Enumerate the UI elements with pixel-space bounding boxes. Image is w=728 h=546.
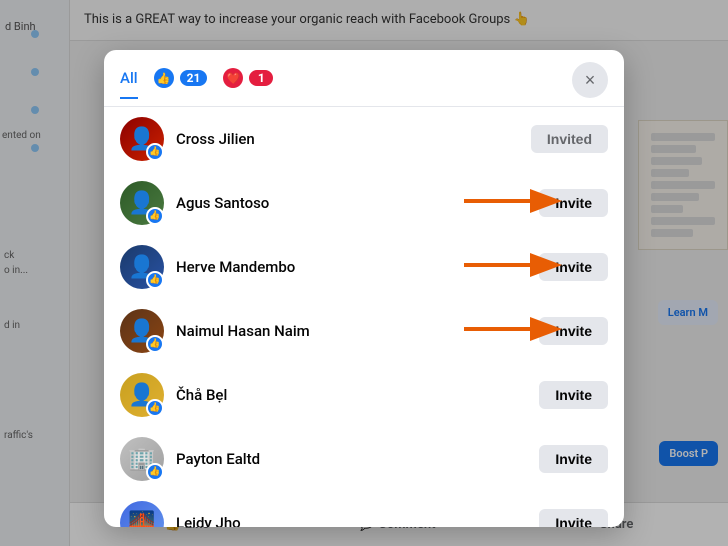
reactions-modal: All 👍 21 ❤️ 1 × 👤 👍 Cross Jilien Invited bbox=[104, 50, 624, 527]
avatar-badge-1: 👍 bbox=[146, 207, 164, 225]
avatar-badge-2: 👍 bbox=[146, 271, 164, 289]
person-row-4: 👤 👍 Čhå Bẹl Invite bbox=[104, 363, 624, 427]
person-row-3: 👤 👍 Naimul Hasan Naim Invite bbox=[104, 299, 624, 363]
heart-icon: ❤️ bbox=[223, 68, 243, 88]
person-row-0: 👤 👍 Cross Jilien Invited bbox=[104, 107, 624, 171]
person-name-5: Payton Ealtd bbox=[176, 450, 527, 468]
avatar-wrap-6: 🌉 👍 bbox=[120, 501, 164, 527]
person-row-2: 👤 👍 Herve Mandembo Invite bbox=[104, 235, 624, 299]
avatar-6: 🌉 bbox=[120, 501, 164, 527]
invite-button-1[interactable]: Invite bbox=[539, 189, 608, 217]
tab-likes[interactable]: 👍 21 bbox=[154, 68, 208, 100]
person-name-1: Agus Santoso bbox=[176, 194, 527, 212]
avatar-wrap-1: 👤 👍 bbox=[120, 181, 164, 225]
likes-badge: 21 bbox=[180, 70, 208, 86]
tab-all-label: All bbox=[120, 69, 138, 87]
thumbs-up-icon: 👍 bbox=[154, 68, 174, 88]
avatar-wrap-3: 👤 👍 bbox=[120, 309, 164, 353]
person-name-3: Naimul Hasan Naim bbox=[176, 322, 527, 340]
tab-hearts[interactable]: ❤️ 1 bbox=[223, 68, 273, 100]
invite-button-6[interactable]: Invite bbox=[539, 509, 608, 527]
person-name-6: Leidy Jho bbox=[176, 514, 527, 527]
person-name-4: Čhå Bẹl bbox=[176, 386, 527, 404]
person-row-5: 🏢 👍 Payton Ealtd Invite bbox=[104, 427, 624, 491]
close-button[interactable]: × bbox=[572, 62, 608, 98]
person-name-0: Cross Jilien bbox=[176, 130, 519, 148]
avatar-badge-0: 👍 bbox=[146, 143, 164, 161]
avatar-badge-5: 👍 bbox=[146, 463, 164, 481]
modal-header: All 👍 21 ❤️ 1 × bbox=[104, 50, 624, 107]
avatar-wrap-0: 👤 👍 bbox=[120, 117, 164, 161]
tabs-container: All 👍 21 ❤️ 1 bbox=[120, 68, 273, 100]
modal-body: 👤 👍 Cross Jilien Invited 👤 👍 Agus Santos… bbox=[104, 107, 624, 527]
avatar-badge-4: 👍 bbox=[146, 399, 164, 417]
hearts-badge: 1 bbox=[249, 70, 273, 86]
invite-button-2[interactable]: Invite bbox=[539, 253, 608, 281]
invite-button-5[interactable]: Invite bbox=[539, 445, 608, 473]
tab-all[interactable]: All bbox=[120, 69, 138, 99]
invite-button-0[interactable]: Invited bbox=[531, 125, 608, 153]
avatar-wrap-4: 👤 👍 bbox=[120, 373, 164, 417]
invite-button-3[interactable]: Invite bbox=[539, 317, 608, 345]
avatar-badge-3: 👍 bbox=[146, 335, 164, 353]
avatar-wrap-2: 👤 👍 bbox=[120, 245, 164, 289]
person-row-6: 🌉 👍 Leidy Jho Invite bbox=[104, 491, 624, 527]
invite-button-4[interactable]: Invite bbox=[539, 381, 608, 409]
person-name-2: Herve Mandembo bbox=[176, 258, 527, 276]
person-row-1: 👤 👍 Agus Santoso Invite bbox=[104, 171, 624, 235]
avatar-wrap-5: 🏢 👍 bbox=[120, 437, 164, 481]
